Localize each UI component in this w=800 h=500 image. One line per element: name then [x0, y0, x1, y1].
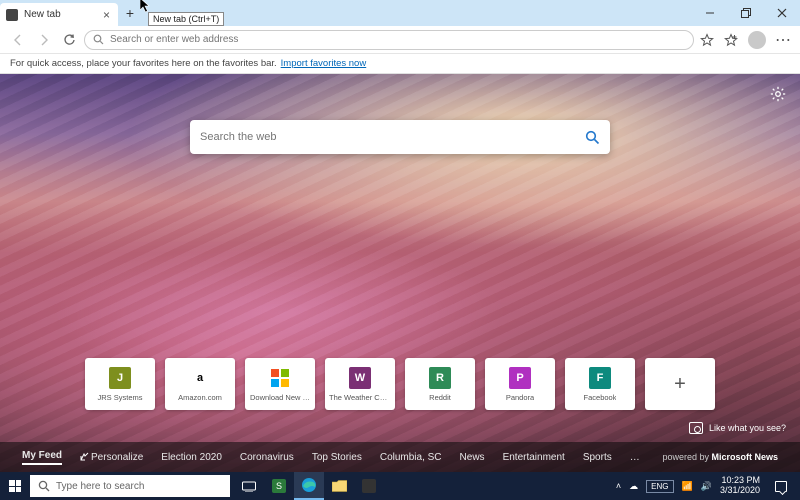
tile-label: JRS Systems	[97, 393, 142, 402]
tile-label: Reddit	[429, 393, 451, 402]
tray-chevron-up-icon[interactable]: ˄	[616, 481, 621, 491]
tile-icon: R	[429, 367, 451, 389]
favorites-add-icon[interactable]	[720, 29, 742, 51]
tile-label: Facebook	[584, 393, 617, 402]
feed-nav-item[interactable]: Entertainment	[503, 452, 565, 463]
quick-link-tile[interactable]: J JRS Systems	[85, 358, 155, 410]
new-tab-tooltip: New tab (Ctrl+T)	[148, 12, 224, 26]
favorites-hint-text: For quick access, place your favorites h…	[10, 58, 277, 69]
window-controls	[692, 0, 800, 26]
plus-icon: +	[674, 373, 686, 396]
feed-nav-item[interactable]: Personalize	[80, 452, 143, 463]
taskbar-search-box[interactable]: Type here to search	[30, 475, 230, 497]
feed-nav-item[interactable]: Election 2020	[161, 452, 222, 463]
taskbar-app-1[interactable]: S	[264, 472, 294, 500]
clock-date: 3/31/2020	[720, 486, 760, 496]
quick-links-row: J JRS Systems a Amazon.com Download New … W Th…	[85, 358, 715, 410]
window-restore-button[interactable]	[728, 0, 764, 26]
import-favorites-link[interactable]: Import favorites now	[281, 58, 367, 69]
window-minimize-button[interactable]	[692, 0, 728, 26]
feed-nav-item[interactable]: Coronavirus	[240, 452, 294, 463]
tile-icon: W	[349, 367, 371, 389]
quick-link-tile[interactable]: Download New …	[245, 358, 315, 410]
search-icon	[38, 480, 50, 492]
feed-nav-item[interactable]: Columbia, SC	[380, 452, 442, 463]
new-tab-page: J JRS Systems a Amazon.com Download New … W Th…	[0, 74, 800, 472]
favorite-star-icon[interactable]	[696, 29, 718, 51]
tray-onedrive-icon[interactable]: ☁	[629, 481, 638, 492]
url-field[interactable]	[84, 30, 694, 50]
like-label: Like what you see?	[709, 423, 786, 433]
forward-button[interactable]	[32, 28, 56, 52]
search-icon	[93, 34, 104, 45]
taskbar-search-placeholder: Type here to search	[56, 481, 144, 492]
add-quick-link-button[interactable]: +	[645, 358, 715, 410]
tray-language[interactable]: ENG	[646, 480, 673, 493]
feed-nav-item[interactable]: …	[630, 452, 640, 463]
more-menu-button[interactable]: ⋯	[772, 29, 794, 51]
quick-link-tile[interactable]: W The Weather Ch…	[325, 358, 395, 410]
window-close-button[interactable]	[764, 0, 800, 26]
feed-nav-item[interactable]: My Feed	[22, 450, 62, 465]
tile-label: Pandora	[506, 393, 534, 402]
taskbar-clock[interactable]: 10:23 PM 3/31/2020	[720, 476, 760, 496]
like-what-you-see[interactable]: Like what you see?	[689, 422, 786, 434]
system-tray: ˄ ☁ ENG 📶 🔊 10:23 PM 3/31/2020	[610, 476, 800, 496]
quick-link-tile[interactable]: F Facebook	[565, 358, 635, 410]
hero-search-icon[interactable]	[585, 130, 600, 145]
window-titlebar: New tab × + New tab (Ctrl+T)	[0, 0, 800, 26]
tile-icon: P	[509, 367, 531, 389]
action-center-button[interactable]	[768, 481, 794, 492]
url-input[interactable]	[110, 34, 685, 45]
browser-tab[interactable]: New tab ×	[0, 3, 118, 26]
quick-link-tile[interactable]: a Amazon.com	[165, 358, 235, 410]
new-tab-button[interactable]: +	[118, 0, 142, 26]
start-button[interactable]	[0, 472, 30, 500]
feed-nav-item[interactable]: Top Stories	[312, 452, 362, 463]
tray-volume-icon[interactable]: 🔊	[701, 481, 712, 492]
taskbar-app-2[interactable]	[354, 472, 384, 500]
profile-avatar[interactable]	[748, 31, 766, 49]
tile-icon: J	[109, 367, 131, 389]
powered-by-label: powered by Microsoft News	[662, 452, 778, 462]
taskbar-apps: S	[234, 472, 384, 500]
tab-favicon	[6, 9, 18, 21]
hero-search-input[interactable]	[200, 131, 585, 143]
task-view-button[interactable]	[234, 472, 264, 500]
feed-nav-bar: My Feed Personalize Election 2020 Coronavir…	[0, 442, 800, 472]
tab-close-icon[interactable]: ×	[101, 8, 112, 22]
windows-taskbar: Type here to search S ˄ ☁ ENG 📶 🔊 10:23 …	[0, 472, 800, 500]
hero-search-box[interactable]	[190, 120, 610, 154]
windows-logo-icon	[9, 480, 21, 492]
taskbar-edge-icon[interactable]	[294, 472, 324, 500]
favorites-bar: For quick access, place your favorites h…	[0, 54, 800, 74]
address-bar: ⋯	[0, 26, 800, 54]
quick-link-tile[interactable]: P Pandora	[485, 358, 555, 410]
feed-nav-item[interactable]: Sports	[583, 452, 612, 463]
tile-icon: F	[589, 367, 611, 389]
page-settings-gear-icon[interactable]	[768, 84, 788, 104]
tile-label: The Weather Ch…	[329, 393, 391, 402]
tile-icon: a	[189, 367, 211, 389]
tray-network-icon[interactable]: 📶	[682, 481, 693, 492]
feed-nav-item[interactable]: News	[460, 452, 485, 463]
refresh-button[interactable]	[58, 28, 82, 52]
tab-title: New tab	[24, 9, 101, 20]
notification-icon	[775, 481, 787, 492]
taskbar-explorer-icon[interactable]	[324, 472, 354, 500]
camera-icon	[689, 422, 703, 434]
tile-label: Download New …	[250, 393, 310, 402]
quick-link-tile[interactable]: R Reddit	[405, 358, 475, 410]
back-button[interactable]	[6, 28, 30, 52]
tile-label: Amazon.com	[178, 393, 222, 402]
